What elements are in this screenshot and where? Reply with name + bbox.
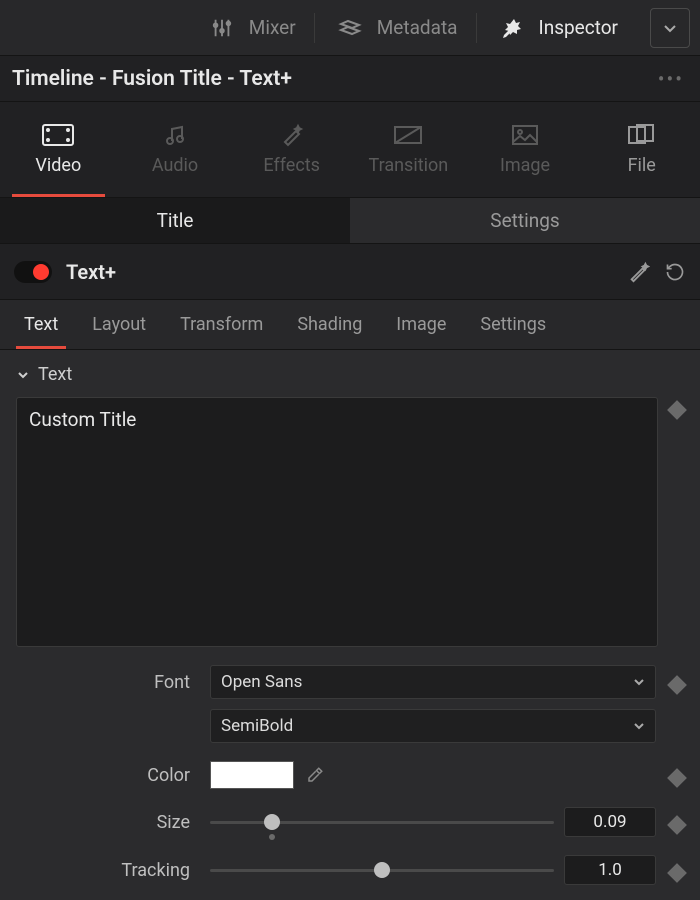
subtab-settings[interactable]: Settings	[466, 300, 560, 349]
effect-name: Text+	[66, 260, 628, 284]
top-toolbar: Mixer Metadata Inspector	[0, 0, 700, 56]
effect-enable-toggle[interactable]	[14, 261, 52, 283]
inspector-tab[interactable]: Inspector	[477, 0, 636, 55]
image-icon	[508, 123, 542, 147]
size-label: Size	[16, 812, 196, 833]
seg-settings[interactable]: Settings	[350, 198, 700, 243]
color-swatch[interactable]	[210, 761, 294, 789]
size-slider[interactable]	[210, 812, 554, 832]
tracking-label: Tracking	[16, 860, 196, 881]
metadata-tab[interactable]: Metadata	[315, 0, 476, 55]
reset-icon[interactable]	[664, 261, 686, 283]
tab-image[interactable]: Image	[467, 102, 584, 197]
section-label: Text	[38, 364, 72, 385]
tracking-slider[interactable]	[210, 860, 554, 880]
tab-file-label: File	[628, 155, 656, 176]
subtab-image[interactable]: Image	[382, 300, 460, 349]
section-text-toggle[interactable]: Text	[16, 364, 684, 385]
tab-transition[interactable]: Transition	[350, 102, 467, 197]
tab-image-label: Image	[500, 155, 550, 176]
subtab-shading[interactable]: Shading	[283, 300, 376, 349]
toggle-knob	[33, 264, 49, 280]
subtab-text[interactable]: Text	[10, 300, 72, 349]
keyframe-diamond[interactable]	[667, 863, 687, 883]
tracking-value[interactable]: 1.0	[564, 855, 656, 885]
effect-header: Text+	[0, 244, 700, 300]
size-value[interactable]: 0.09	[564, 807, 656, 837]
inspector-icon	[495, 16, 529, 40]
panel-body: Text Font Open Sans SemiBold Color	[0, 350, 700, 900]
chevron-down-icon	[633, 720, 645, 732]
title-settings-segmented: Title Settings	[0, 198, 700, 244]
color-label: Color	[16, 765, 196, 786]
keyframe-diamond[interactable]	[667, 768, 687, 788]
font-family-select[interactable]: Open Sans	[210, 665, 656, 699]
keyframe-diamond[interactable]	[667, 675, 687, 695]
subtab-layout[interactable]: Layout	[78, 300, 160, 349]
mixer-icon	[205, 16, 239, 40]
eyedropper-icon[interactable]	[304, 764, 326, 786]
tab-audio[interactable]: Audio	[117, 102, 234, 197]
metadata-icon	[333, 16, 367, 40]
mixer-tab[interactable]: Mixer	[187, 0, 314, 55]
chevron-down-icon	[633, 676, 645, 688]
effect-sub-tabs: Text Layout Transform Shading Image Sett…	[0, 300, 700, 350]
font-label: Font	[16, 672, 196, 693]
mixer-label: Mixer	[249, 16, 296, 39]
tab-effects-label: Effects	[263, 155, 320, 176]
tab-video-label: Video	[35, 155, 81, 176]
keyframe-diamond[interactable]	[667, 400, 687, 420]
tab-transition-label: Transition	[369, 155, 449, 176]
tab-audio-label: Audio	[152, 155, 198, 176]
font-family-value: Open Sans	[221, 672, 302, 692]
toolbar-dropdown[interactable]	[650, 8, 690, 48]
audio-icon	[158, 123, 192, 147]
inspector-category-tabs: Video Audio Effects Transition Image Fil…	[0, 102, 700, 198]
seg-title[interactable]: Title	[0, 198, 350, 243]
more-menu[interactable]: •••	[658, 67, 688, 91]
keyframe-diamond[interactable]	[667, 815, 687, 835]
font-weight-select[interactable]: SemiBold	[210, 709, 656, 743]
tab-video[interactable]: Video	[0, 102, 117, 197]
effects-icon	[275, 123, 309, 147]
wand-icon[interactable]	[628, 261, 650, 283]
inspector-label: Inspector	[539, 16, 618, 39]
text-input[interactable]	[16, 397, 658, 647]
breadcrumb: Timeline - Fusion Title - Text+	[12, 67, 292, 91]
breadcrumb-bar: Timeline - Fusion Title - Text+ •••	[0, 56, 700, 102]
tab-file[interactable]: File	[583, 102, 700, 197]
video-icon	[41, 123, 75, 147]
file-icon	[625, 123, 659, 147]
chevron-down-icon	[16, 368, 30, 382]
font-weight-value: SemiBold	[221, 716, 293, 736]
tab-effects[interactable]: Effects	[233, 102, 350, 197]
transition-icon	[391, 123, 425, 147]
subtab-transform[interactable]: Transform	[166, 300, 277, 349]
metadata-label: Metadata	[377, 16, 458, 39]
